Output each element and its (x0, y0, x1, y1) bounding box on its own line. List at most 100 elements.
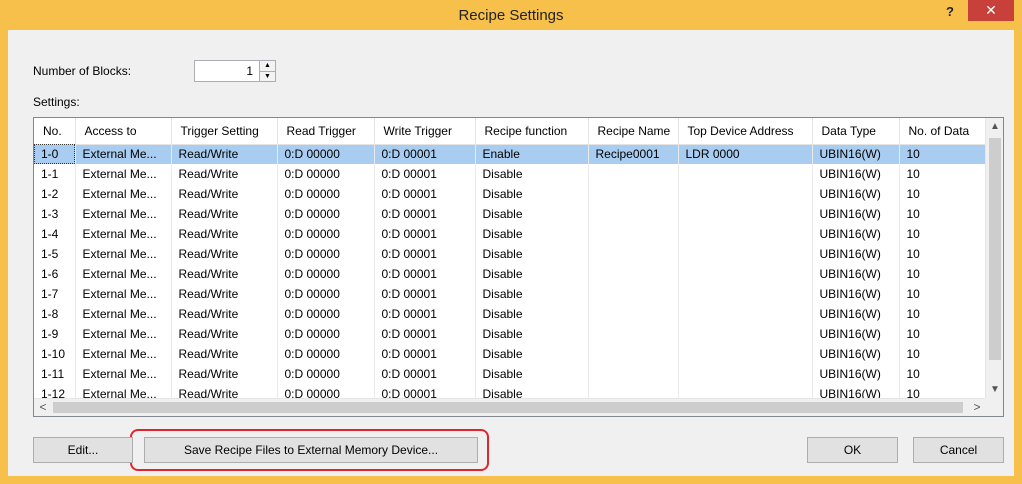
table-cell[interactable] (678, 244, 813, 264)
table-cell[interactable]: External Me... (75, 364, 172, 384)
table-cell[interactable]: 0:D 00000 (277, 324, 375, 344)
table-cell[interactable]: 1-0 (34, 144, 76, 164)
table-cell[interactable]: 1-2 (34, 184, 76, 204)
column-header[interactable]: No. (34, 118, 76, 145)
table-cell[interactable]: Disable (475, 364, 589, 384)
table-cell[interactable]: 0:D 00000 (277, 184, 375, 204)
table-cell[interactable]: 0:D 00000 (277, 304, 375, 324)
column-header[interactable]: Recipe function (475, 118, 589, 145)
table-cell[interactable]: Read/Write (171, 244, 278, 264)
help-button[interactable]: ? (940, 2, 960, 22)
save-recipe-files-button[interactable]: Save Recipe Files to External Memory Dev… (144, 437, 478, 463)
table-cell[interactable]: 0:D 00000 (277, 364, 375, 384)
table-cell[interactable]: Disable (475, 264, 589, 284)
table-cell[interactable] (678, 184, 813, 204)
table-cell[interactable] (678, 324, 813, 344)
table-cell[interactable]: 10 (899, 264, 986, 284)
table-cell[interactable]: Read/Write (171, 184, 278, 204)
table-cell[interactable]: Read/Write (171, 384, 278, 399)
table-cell[interactable]: 0:D 00001 (374, 364, 476, 384)
table-cell[interactable] (588, 264, 679, 284)
table-cell[interactable]: Disable (475, 304, 589, 324)
table-cell[interactable]: 0:D 00000 (277, 384, 375, 399)
table-cell[interactable]: External Me... (75, 204, 172, 224)
table-cell[interactable]: 0:D 00000 (277, 164, 375, 184)
table-row[interactable]: 1-1 External Me... Read/Write 0:D 00000 0:D … (34, 164, 986, 184)
table-cell[interactable]: Read/Write (171, 284, 278, 304)
table-cell[interactable]: UBIN16(W) (812, 184, 900, 204)
table-cell[interactable]: 0:D 00000 (277, 144, 375, 164)
scroll-right-icon[interactable]: > (968, 399, 986, 417)
table-cell[interactable]: External Me... (75, 324, 172, 344)
table-cell[interactable]: Read/Write (171, 304, 278, 324)
table-cell[interactable]: UBIN16(W) (812, 364, 900, 384)
number-of-blocks-stepper[interactable]: ▲ ▼ (194, 60, 276, 82)
close-button[interactable]: ✕ (968, 0, 1014, 21)
vertical-scrollbar[interactable]: ▲ ▼ (985, 118, 1003, 399)
table-cell[interactable]: Read/Write (171, 164, 278, 184)
table-cell[interactable]: 0:D 00001 (374, 224, 476, 244)
table-cell[interactable]: LDR 0000 (678, 144, 813, 164)
table-cell[interactable] (588, 344, 679, 364)
table-cell[interactable]: External Me... (75, 244, 172, 264)
column-header[interactable]: Access to (75, 118, 172, 145)
edit-button[interactable]: Edit... (33, 437, 133, 463)
table-row[interactable]: 1-8 External Me... Read/Write 0:D 00000 0:D … (34, 304, 986, 324)
table-cell[interactable]: External Me... (75, 164, 172, 184)
table-cell[interactable]: Disable (475, 244, 589, 264)
table-cell[interactable]: 10 (899, 304, 986, 324)
column-header[interactable]: Read Trigger (277, 118, 375, 145)
table-cell[interactable]: UBIN16(W) (812, 284, 900, 304)
table-cell[interactable] (588, 324, 679, 344)
horizontal-scroll-thumb[interactable] (53, 402, 963, 413)
table-cell[interactable]: Read/Write (171, 204, 278, 224)
table-row[interactable]: 1-2 External Me... Read/Write 0:D 00000 0:D … (34, 184, 986, 204)
table-cell[interactable]: 10 (899, 284, 986, 304)
table-cell[interactable]: 1-7 (34, 284, 76, 304)
table-cell[interactable]: UBIN16(W) (812, 204, 900, 224)
table-cell[interactable]: UBIN16(W) (812, 304, 900, 324)
scroll-up-icon[interactable]: ▲ (986, 118, 1004, 136)
table-cell[interactable] (678, 304, 813, 324)
ok-button[interactable]: OK (807, 437, 898, 463)
table-cell[interactable]: 0:D 00001 (374, 204, 476, 224)
stepper-down-icon[interactable]: ▼ (260, 71, 275, 81)
table-cell[interactable]: 0:D 00000 (277, 264, 375, 284)
table-cell[interactable]: 0:D 00000 (277, 224, 375, 244)
table-cell[interactable]: Disable (475, 284, 589, 304)
table-row[interactable]: 1-3 External Me... Read/Write 0:D 00000 0:D … (34, 204, 986, 224)
table-cell[interactable]: 10 (899, 184, 986, 204)
table-cell[interactable]: 0:D 00001 (374, 344, 476, 364)
table-cell[interactable]: 1-3 (34, 204, 76, 224)
table-cell[interactable]: 0:D 00001 (374, 164, 476, 184)
table-cell[interactable]: 10 (899, 364, 986, 384)
table-cell[interactable]: 1-11 (34, 364, 76, 384)
table-cell[interactable]: 0:D 00000 (277, 284, 375, 304)
table-cell[interactable]: 0:D 00000 (277, 344, 375, 364)
table-cell[interactable]: 10 (899, 324, 986, 344)
table-cell[interactable]: 10 (899, 344, 986, 364)
stepper-up-icon[interactable]: ▲ (260, 61, 275, 71)
table-cell[interactable]: External Me... (75, 284, 172, 304)
cancel-button[interactable]: Cancel (913, 437, 1004, 463)
scroll-down-icon[interactable]: ▼ (986, 381, 1004, 399)
table-cell[interactable]: External Me... (75, 224, 172, 244)
table-cell[interactable]: External Me... (75, 184, 172, 204)
table-cell[interactable]: 1-4 (34, 224, 76, 244)
table-cell[interactable]: Read/Write (171, 264, 278, 284)
table-row[interactable]: 1-11 External Me... Read/Write 0:D 00000 0:D… (34, 364, 986, 384)
table-cell[interactable]: Disable (475, 324, 589, 344)
table-cell[interactable]: 0:D 00001 (374, 184, 476, 204)
number-of-blocks-input[interactable] (195, 61, 257, 81)
table-cell[interactable] (588, 304, 679, 324)
table-cell[interactable]: External Me... (75, 344, 172, 364)
table-row[interactable]: 1-12 External Me... Read/Write 0:D 00000 0:D… (34, 384, 986, 399)
table-cell[interactable]: Read/Write (171, 344, 278, 364)
table-cell[interactable]: External Me... (75, 264, 172, 284)
table-cell[interactable] (588, 184, 679, 204)
table-cell[interactable]: Disable (475, 164, 589, 184)
table-cell[interactable] (588, 224, 679, 244)
table-cell[interactable]: 1-12 (34, 384, 76, 399)
table-cell[interactable] (678, 344, 813, 364)
table-cell[interactable]: 1-8 (34, 304, 76, 324)
